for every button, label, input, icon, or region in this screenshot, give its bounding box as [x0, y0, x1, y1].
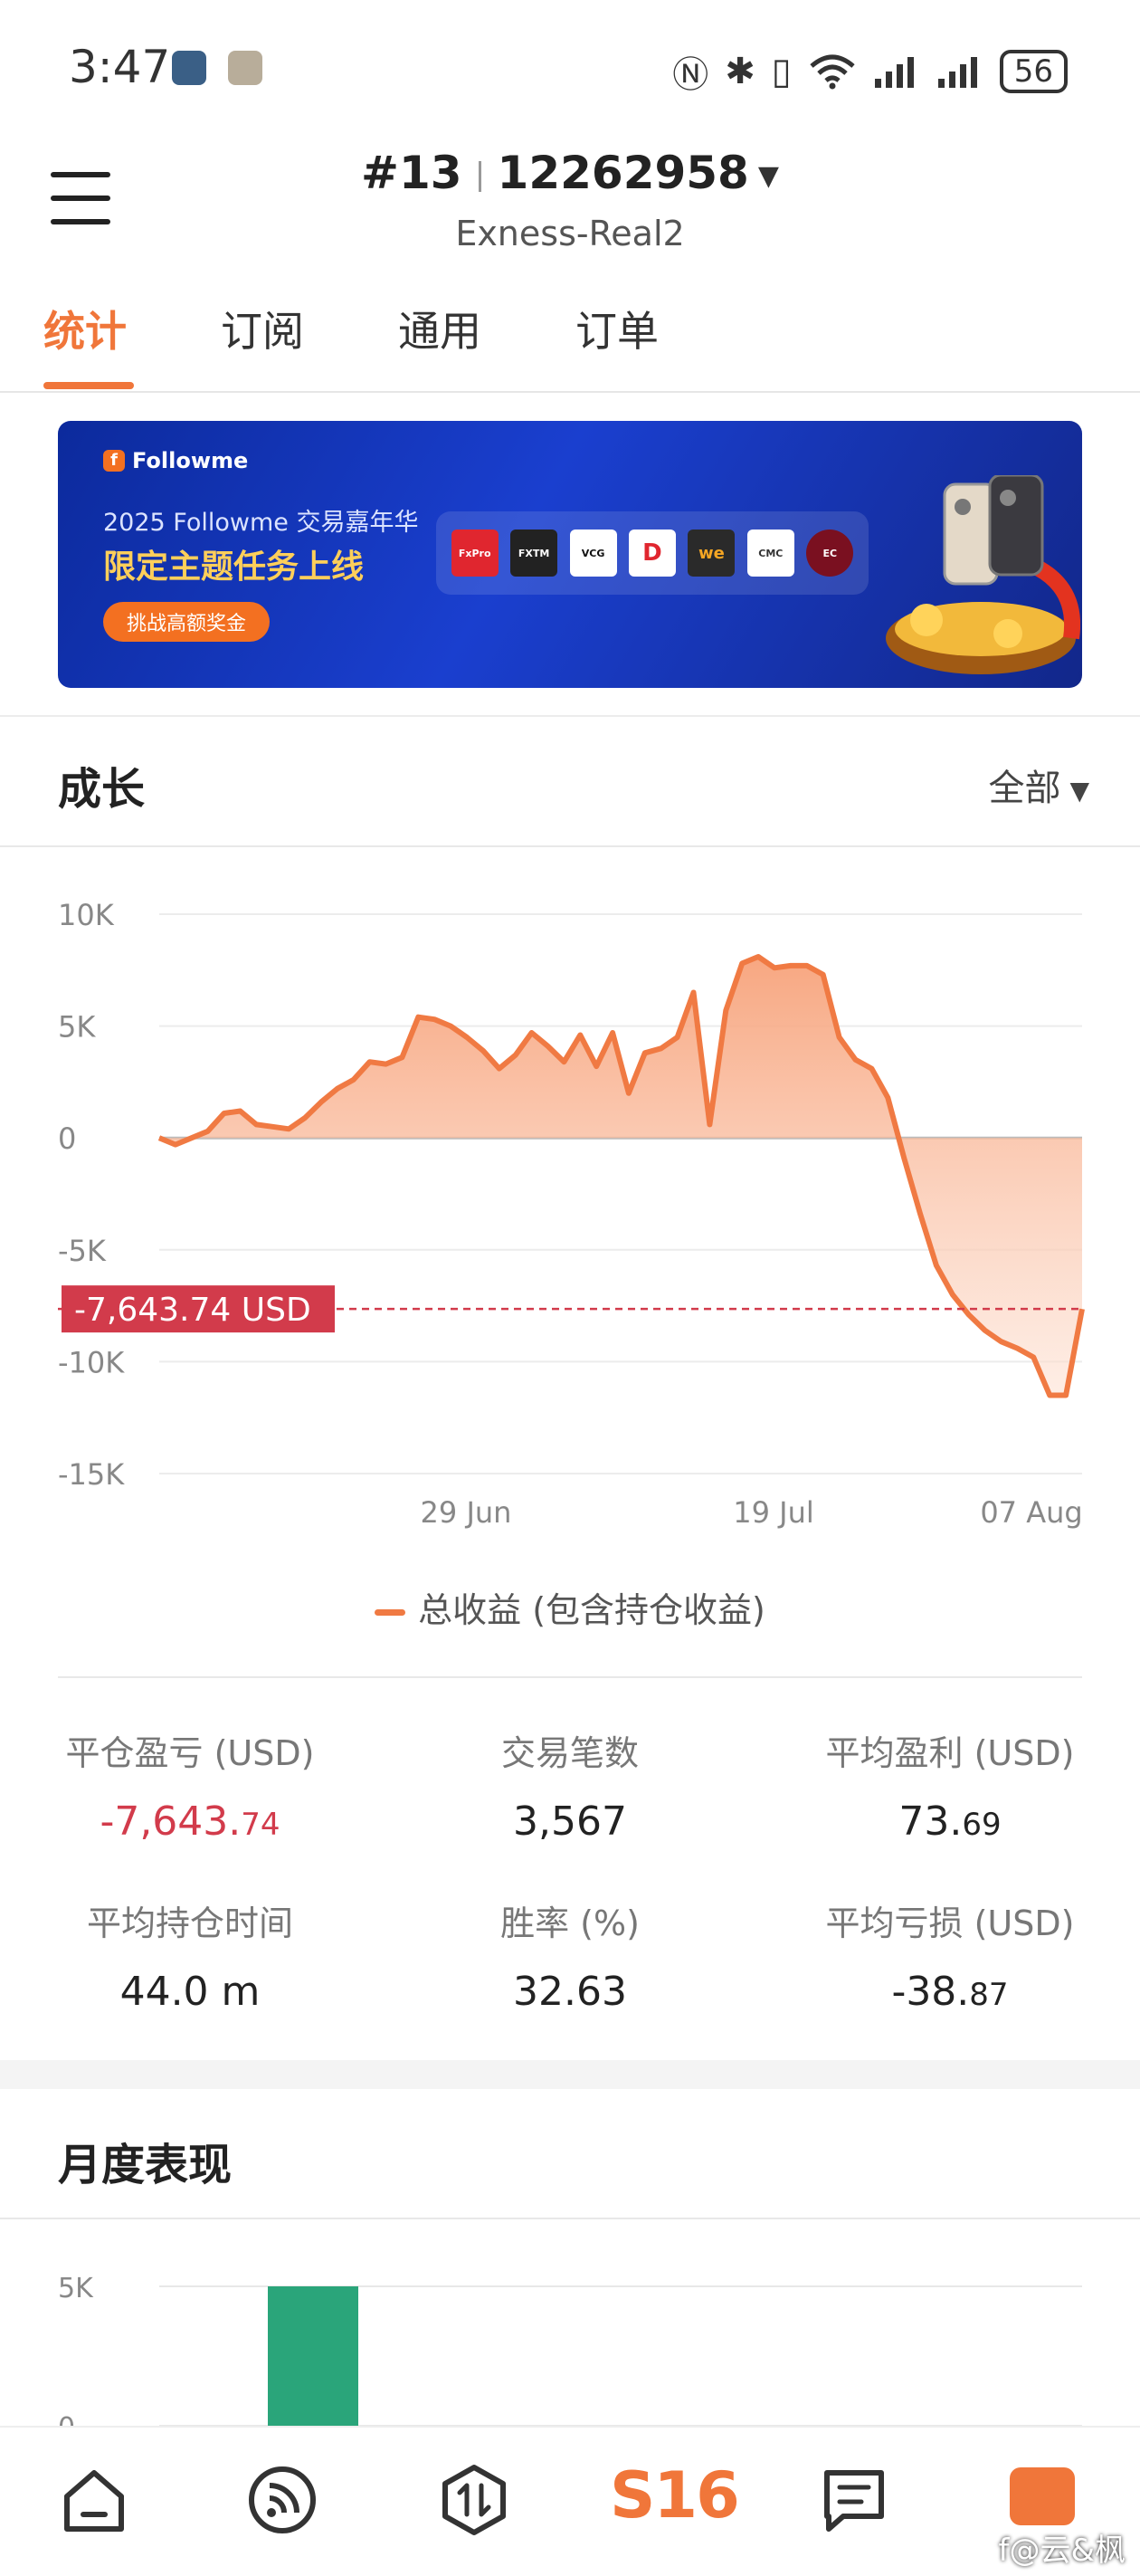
banner-subtitle: 2025 Followme 交易嘉年华	[103, 509, 419, 537]
legend-label: 总收益 (包含持仓收益)	[418, 1590, 765, 1630]
x-tick-label: 19 Jul	[733, 1495, 814, 1530]
stat-value: -7,643.74	[100, 1798, 280, 1845]
x-tick-label: 29 Jun	[421, 1495, 512, 1530]
banner-cta-button[interactable]: 挑战高额奖金	[103, 602, 271, 642]
stat-avg-loss: 平均亏损 (USD) -38.87	[769, 1895, 1131, 2015]
home-icon[interactable]	[58, 2464, 130, 2536]
divider	[0, 715, 1140, 717]
y-tick-label: -5K	[58, 1234, 107, 1268]
caret-down-icon: ▼	[1069, 775, 1089, 806]
signal-icon	[874, 57, 914, 88]
stat-label: 平均持仓时间	[86, 1903, 293, 1943]
banner-brand: Followme	[132, 448, 249, 473]
divider	[58, 1676, 1082, 1678]
range-label: 全部	[988, 768, 1061, 809]
active-tab-indicator	[43, 382, 134, 389]
monthly-chart[interactable]: 5K 0	[0, 2245, 1140, 2426]
x-tick-label: 07 Aug	[980, 1495, 1082, 1530]
stat-label: 胜率 (%)	[500, 1903, 640, 1943]
divider	[0, 845, 1140, 847]
brand-logo: FXTM	[510, 530, 558, 577]
followme-logo: f Followme	[103, 448, 248, 473]
account-server: Exness-Real2	[455, 214, 685, 253]
monthly-title: 月度表现	[58, 2140, 233, 2190]
current-value-label: -7,643.74 USD	[74, 1292, 311, 1329]
account-selector[interactable]: #13 12262958 ▼	[0, 147, 1140, 199]
y-tick-label: 10K	[58, 898, 115, 932]
stat-value: -38.87	[891, 1969, 1009, 2015]
stat-trade-count: 交易笔数 3,567	[389, 1725, 751, 1845]
y-tick-label: -10K	[58, 1345, 125, 1379]
account-id: 12262958	[497, 147, 749, 199]
feed-icon[interactable]	[246, 2464, 318, 2536]
stat-win-rate: 胜率 (%) 32.63	[389, 1895, 751, 2015]
y-tick-label: 0	[58, 1121, 76, 1156]
s16-event-tab[interactable]: S16	[610, 2458, 740, 2533]
stat-label: 交易笔数	[500, 1733, 639, 1773]
account-number: #13	[361, 147, 462, 199]
legend-swatch	[375, 1609, 406, 1616]
tab-general[interactable]: 通用	[398, 299, 481, 358]
status-icons: Ⓝ ✱ ▯ 56	[672, 45, 1068, 98]
profile-icon[interactable]	[1010, 2467, 1075, 2525]
brand-logo: EC	[806, 530, 854, 577]
bluetooth-icon: ✱	[725, 51, 755, 92]
stat-label: 平均盈利 (USD)	[825, 1733, 1075, 1773]
tab-statistics[interactable]: 统计	[43, 299, 127, 358]
followme-logo-icon: f	[103, 450, 125, 472]
chart-legend: 总收益 (包含持仓收益)	[0, 1582, 1140, 1632]
signal-icon	[937, 57, 977, 88]
tab-subscription[interactable]: 订阅	[221, 299, 304, 358]
partner-logos: FxPro FXTM VCG D we CMC EC	[436, 511, 869, 595]
y-tick-label: 0	[58, 2412, 75, 2426]
y-tick-label: -15K	[58, 1457, 125, 1492]
wifi-icon	[810, 54, 855, 90]
y-tick-label: 5K	[58, 1010, 96, 1045]
tab-bar: 统计 订阅 通用 订单	[0, 299, 1140, 393]
stat-value: 3,567	[513, 1798, 627, 1845]
y-tick-label: 5K	[58, 2273, 94, 2304]
stat-value: 44.0 m	[119, 1969, 261, 2015]
stat-avg-hold-time: 平均持仓时间 44.0 m	[9, 1895, 371, 2015]
section-gap	[0, 2060, 1140, 2089]
messages-icon[interactable]	[818, 2464, 890, 2536]
range-selector[interactable]: 全部 ▼	[988, 758, 1089, 811]
tab-orders[interactable]: 订单	[575, 299, 659, 358]
growth-chart[interactable]: 10K 5K 0 -5K -10K -15K 29 Jun 19 Jul 07 Aug -7,…	[0, 869, 1140, 1548]
brand-logo: VCG	[569, 530, 617, 577]
bottom-navigation: S16	[0, 2426, 1140, 2576]
stat-label: 平均亏损 (USD)	[825, 1903, 1075, 1943]
prize-illustration	[886, 475, 1080, 674]
notification-app-icon	[228, 51, 262, 85]
nfc-icon: Ⓝ	[672, 54, 709, 96]
battery-indicator: 56	[999, 50, 1068, 93]
stat-closed-pnl: 平仓盈亏 (USD) -7,643.74	[9, 1725, 371, 1845]
stat-label: 平仓盈亏 (USD)	[65, 1733, 315, 1773]
trade-icon[interactable]	[438, 2464, 510, 2536]
notification-app-icon	[172, 51, 206, 85]
monthly-bar	[268, 2286, 358, 2426]
vibrate-icon: ▯	[771, 51, 792, 92]
divider	[478, 160, 481, 192]
stat-avg-profit: 平均盈利 (USD) 73.69	[769, 1725, 1131, 1845]
status-bar: 3:47 Ⓝ ✱ ▯ 56	[0, 0, 1140, 136]
promo-banner[interactable]: f Followme 2025 Followme 交易嘉年华 限定主题任务上线 …	[58, 421, 1082, 688]
brand-logo: D	[628, 530, 676, 577]
status-time: 3:47	[69, 41, 171, 93]
chevron-down-icon: ▼	[757, 160, 779, 192]
watermark: f@云&枫	[998, 2533, 1126, 2569]
divider	[0, 2218, 1140, 2219]
brand-logo: FxPro	[451, 530, 499, 577]
brand-logo: we	[688, 530, 736, 577]
stat-value: 73.69	[898, 1798, 1002, 1845]
brand-logo: CMC	[746, 530, 794, 577]
banner-title: 限定主题任务上线	[103, 549, 365, 586]
stat-value: 32.63	[513, 1969, 627, 2015]
growth-title: 成长	[58, 764, 146, 815]
